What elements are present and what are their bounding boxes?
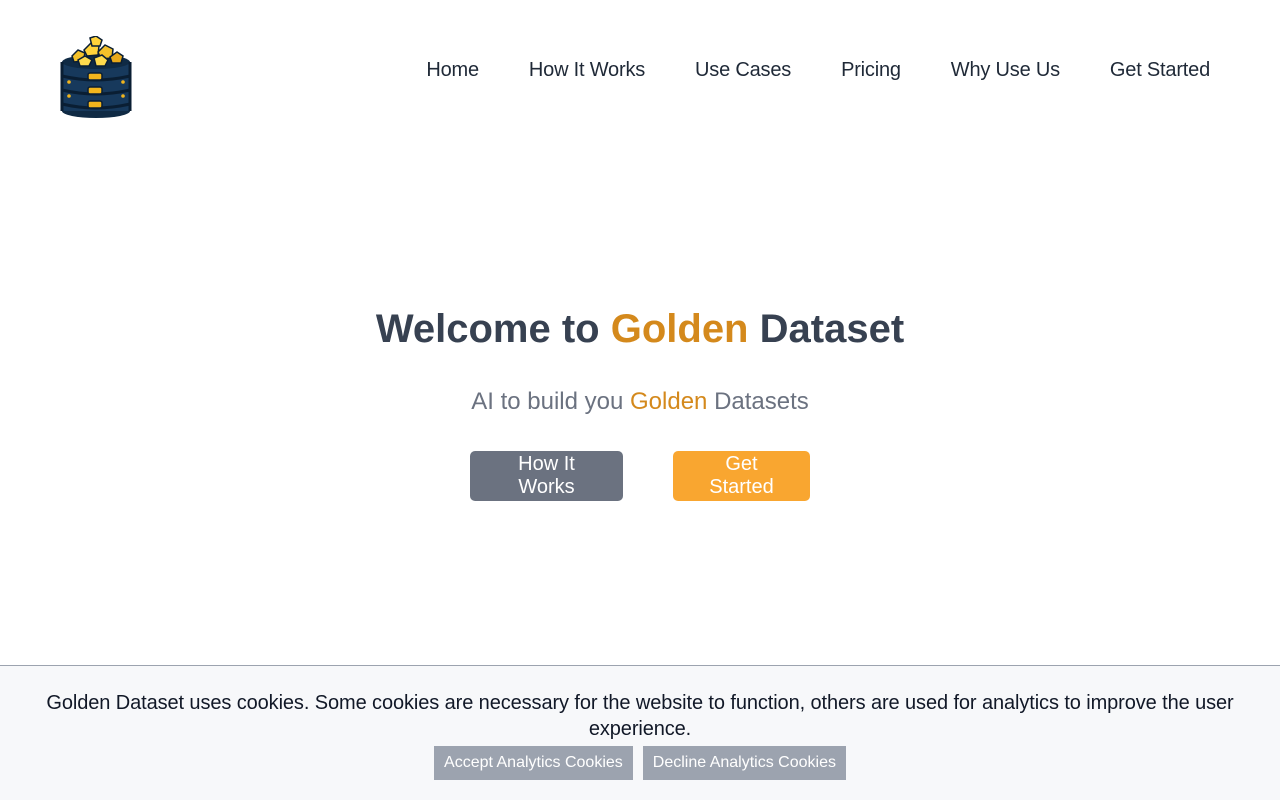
decline-analytics-cookies-button[interactable]: Decline Analytics Cookies <box>642 746 846 780</box>
cookie-banner: Golden Dataset uses cookies. Some cookie… <box>0 665 1280 800</box>
nav-link-home[interactable]: Home <box>426 57 479 83</box>
hero-title-suffix: Dataset <box>759 307 905 351</box>
hero-title-highlight: Golden <box>610 307 749 351</box>
get-started-button[interactable]: Get Started <box>673 451 810 501</box>
logo-icon[interactable] <box>58 35 134 120</box>
site-header: Home How It Works Use Cases Pricing Why … <box>0 0 1280 140</box>
hero-subtitle-suffix: Datasets <box>714 388 809 415</box>
accept-analytics-cookies-button[interactable]: Accept Analytics Cookies <box>434 746 633 780</box>
nav-link-why-use-us[interactable]: Why Use Us <box>951 57 1060 83</box>
cookie-message: Golden Dataset uses cookies. Some cookie… <box>46 692 1234 740</box>
hero-title-prefix: Welcome to <box>375 307 600 351</box>
page: Home How It Works Use Cases Pricing Why … <box>0 0 1280 800</box>
cookie-buttons: Accept Analytics Cookies Decline Analyti… <box>0 746 1280 780</box>
hero-title: Welcome to Golden Dataset <box>0 305 1280 353</box>
how-it-works-button[interactable]: How It Works <box>470 451 623 501</box>
hero-buttons: How It Works Get Started <box>0 451 1280 501</box>
nav-link-use-cases[interactable]: Use Cases <box>695 57 791 83</box>
hero-subtitle: AI to build you Golden Datasets <box>0 387 1280 417</box>
hero-subtitle-prefix: AI to build you <box>471 388 624 415</box>
nav-link-how-it-works[interactable]: How It Works <box>529 57 645 83</box>
nav-link-pricing[interactable]: Pricing <box>841 57 901 83</box>
nav-link-get-started[interactable]: Get Started <box>1110 57 1210 83</box>
main-nav: Home How It Works Use Cases Pricing Why … <box>426 57 1210 83</box>
hero-subtitle-highlight: Golden <box>630 388 708 415</box>
